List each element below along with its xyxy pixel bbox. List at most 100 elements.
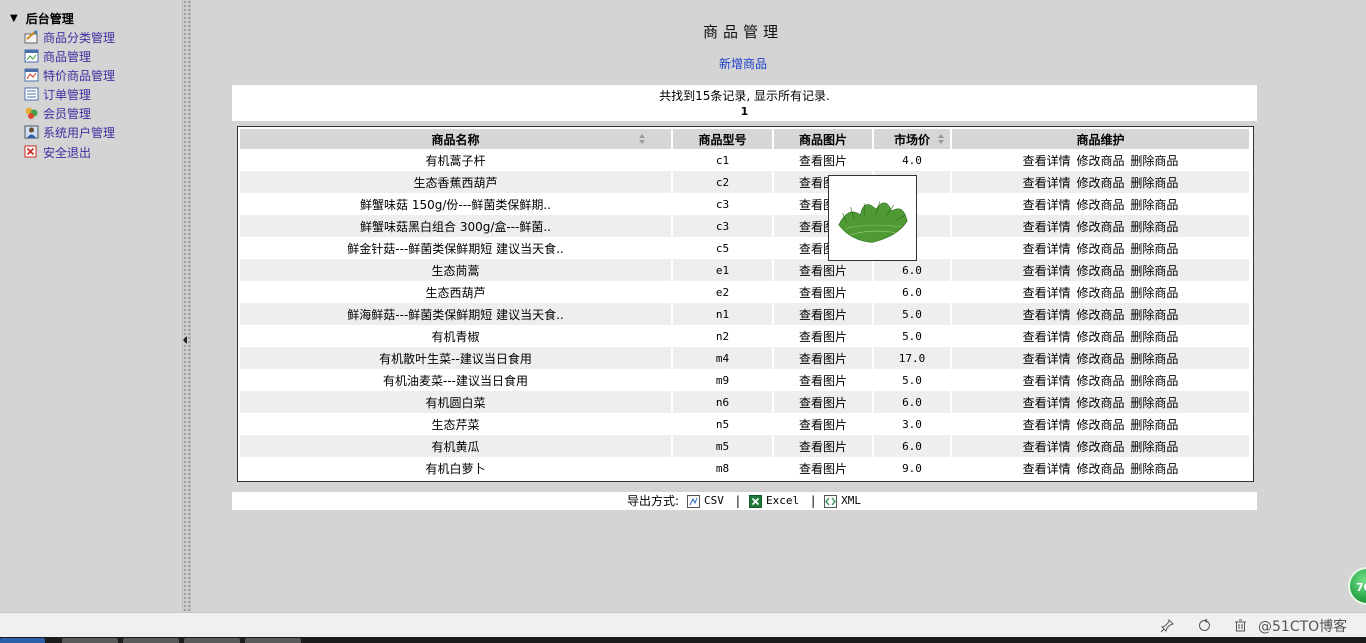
edit-goods-link[interactable]: 修改商品 [1076, 198, 1124, 212]
start-button[interactable] [0, 638, 45, 643]
view-details-link[interactable]: 查看详情 [1023, 286, 1071, 300]
view-details-link[interactable]: 查看详情 [1023, 242, 1071, 256]
view-details-link[interactable]: 查看详情 [1023, 440, 1071, 454]
view-details-link[interactable]: 查看详情 [1023, 198, 1071, 212]
view-image-link[interactable]: 查看图片 [774, 303, 874, 325]
column-header-price[interactable]: 市场价 [874, 129, 952, 149]
view-image-link[interactable]: 查看图片 [774, 325, 874, 347]
delete-goods-link[interactable]: 删除商品 [1130, 198, 1178, 212]
column-header-name[interactable]: 商品名称 [240, 129, 673, 149]
view-image-link[interactable]: 查看图片 [774, 149, 874, 171]
collapse-arrow-icon[interactable] [183, 336, 187, 344]
view-details-link[interactable]: 查看详情 [1023, 330, 1071, 344]
sort-icon[interactable] [938, 134, 944, 144]
sidebar-item-special-goods[interactable]: 特价商品管理 [24, 66, 115, 84]
view-details-link[interactable]: 查看详情 [1023, 176, 1071, 190]
sidebar-item-label: 商品分类管理 [43, 30, 116, 45]
view-details-link[interactable]: 查看详情 [1023, 264, 1071, 278]
taskbar-button[interactable] [245, 638, 301, 643]
view-details-link[interactable]: 查看详情 [1023, 418, 1071, 432]
edit-goods-link[interactable]: 修改商品 [1076, 154, 1124, 168]
taskbar-button[interactable] [123, 638, 179, 643]
view-image-link[interactable]: 查看图片 [774, 347, 874, 369]
sort-icon[interactable] [639, 134, 645, 144]
sidebar-item-system-users[interactable]: 系统用户管理 [24, 123, 115, 141]
delete-goods-link[interactable]: 删除商品 [1130, 242, 1178, 256]
cell-product-code: m5 [673, 435, 774, 457]
edit-goods-link[interactable]: 修改商品 [1076, 396, 1124, 410]
cell-product-code: n6 [673, 391, 774, 413]
cell-product-code: c1 [673, 149, 774, 171]
delete-goods-link[interactable]: 删除商品 [1130, 220, 1178, 234]
triangle-down-icon[interactable]: ▼ [10, 13, 18, 24]
edit-goods-link[interactable]: 修改商品 [1076, 462, 1124, 476]
view-image-link[interactable]: 查看图片 [774, 457, 874, 479]
view-details-link[interactable]: 查看详情 [1023, 396, 1071, 410]
tree-root-admin[interactable]: ▼ 后台管理 [10, 10, 74, 27]
pin-icon[interactable] [1160, 618, 1175, 633]
taskbar-button[interactable] [184, 638, 240, 643]
edit-goods-link[interactable]: 修改商品 [1076, 242, 1124, 256]
sidebar-item-goods[interactable]: 商品管理 [24, 47, 91, 65]
column-header-code[interactable]: 商品型号 [673, 129, 774, 149]
table-row: 鲜金针菇---鲜菌类保鲜期短 建议当天食.. c5 查看图片 查看详情 修改商品 删除… [240, 237, 1251, 259]
taskbar-button[interactable] [62, 638, 118, 643]
frame-splitter[interactable] [182, 0, 191, 612]
delete-goods-link[interactable]: 删除商品 [1130, 396, 1178, 410]
delete-goods-link[interactable]: 删除商品 [1130, 418, 1178, 432]
view-image-link[interactable]: 查看图片 [774, 413, 874, 435]
view-details-link[interactable]: 查看详情 [1023, 462, 1071, 476]
edit-goods-link[interactable]: 修改商品 [1076, 264, 1124, 278]
edit-goods-link[interactable]: 修改商品 [1076, 176, 1124, 190]
sidebar-item-label: 安全退出 [43, 145, 92, 160]
view-details-link[interactable]: 查看详情 [1023, 220, 1071, 234]
sidebar-item-logout[interactable]: 安全退出 [24, 143, 91, 161]
table-row: 生态茼蒿 e1 查看图片 6.0 查看详情 修改商品 删除商品 [240, 259, 1251, 281]
sidebar-item-category[interactable]: 商品分类管理 [24, 28, 115, 46]
edit-goods-link[interactable]: 修改商品 [1076, 286, 1124, 300]
export-xml-button[interactable]: XML [824, 492, 861, 510]
delete-goods-link[interactable]: 删除商品 [1130, 154, 1178, 168]
refresh-icon[interactable] [1197, 618, 1212, 633]
view-image-link[interactable]: 查看图片 [774, 281, 874, 303]
delete-goods-link[interactable]: 删除商品 [1130, 286, 1178, 300]
delete-goods-link[interactable]: 删除商品 [1130, 308, 1178, 322]
cell-product-name: 有机油麦菜---建议当日食用 [240, 369, 673, 391]
sidebar-item-members[interactable]: 会员管理 [24, 104, 91, 122]
trash-icon[interactable] [1233, 618, 1248, 633]
delete-goods-link[interactable]: 删除商品 [1130, 440, 1178, 454]
view-details-link[interactable]: 查看详情 [1023, 374, 1071, 388]
edit-goods-link[interactable]: 修改商品 [1076, 440, 1124, 454]
view-image-link[interactable]: 查看图片 [774, 369, 874, 391]
add-goods-link[interactable]: 新增商品 [560, 55, 926, 72]
edit-goods-link[interactable]: 修改商品 [1076, 374, 1124, 388]
network-speed-badge[interactable]: 70 [1348, 567, 1366, 605]
view-image-link[interactable]: 查看图片 [774, 391, 874, 413]
view-details-link[interactable]: 查看详情 [1023, 352, 1071, 366]
delete-goods-link[interactable]: 删除商品 [1130, 462, 1178, 476]
edit-goods-link[interactable]: 修改商品 [1076, 352, 1124, 366]
edit-goods-link[interactable]: 修改商品 [1076, 330, 1124, 344]
view-details-link[interactable]: 查看详情 [1023, 154, 1071, 168]
sidebar-item-orders[interactable]: 订单管理 [24, 85, 91, 103]
cell-market-price: 6.0 [874, 281, 952, 303]
separator: | [811, 494, 816, 508]
export-excel-button[interactable]: Excel [748, 492, 799, 510]
delete-goods-link[interactable]: 删除商品 [1130, 352, 1178, 366]
delete-goods-link[interactable]: 删除商品 [1130, 176, 1178, 190]
view-details-link[interactable]: 查看详情 [1023, 308, 1071, 322]
column-header-image[interactable]: 商品图片 [774, 129, 874, 149]
delete-goods-link[interactable]: 删除商品 [1130, 330, 1178, 344]
table-row: 鲜蟹味菇 150g/份---鲜菌类保鲜期.. c3 查看图片 查看详情 修改商品 删除… [240, 193, 1251, 215]
cell-market-price: 3.0 [874, 413, 952, 435]
delete-goods-link[interactable]: 删除商品 [1130, 264, 1178, 278]
edit-goods-link[interactable]: 修改商品 [1076, 220, 1124, 234]
export-csv-button[interactable]: CSV [687, 492, 724, 510]
delete-goods-link[interactable]: 删除商品 [1130, 374, 1178, 388]
view-image-link[interactable]: 查看图片 [774, 259, 874, 281]
edit-goods-link[interactable]: 修改商品 [1076, 418, 1124, 432]
edit-goods-link[interactable]: 修改商品 [1076, 308, 1124, 322]
page-number-link[interactable]: 1 [232, 104, 1257, 120]
sidebar-item-label: 会员管理 [43, 106, 92, 121]
view-image-link[interactable]: 查看图片 [774, 435, 874, 457]
